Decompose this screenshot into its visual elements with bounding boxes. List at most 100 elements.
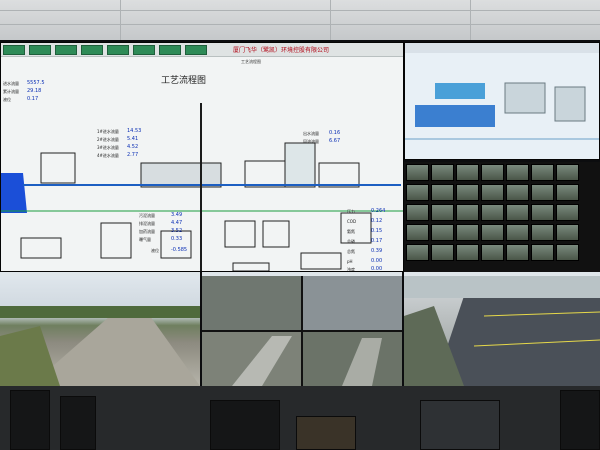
reading-label: COD: [347, 219, 357, 224]
reading-value: 0.15: [371, 228, 383, 234]
tank-shape: [140, 162, 222, 188]
camera-thumbnail[interactable]: [531, 184, 554, 201]
left-value: 29.18: [27, 88, 42, 94]
reading-label: 3#进水流量: [97, 145, 119, 150]
equipment-shape: [262, 220, 290, 248]
toolbar-button[interactable]: [159, 45, 181, 55]
process-flow-caption: 工艺流程图: [241, 59, 261, 64]
camera-thumbnail[interactable]: [506, 184, 529, 201]
left-value: 0.17: [27, 96, 39, 102]
tank-area: [202, 276, 302, 331]
building-shape: [554, 86, 586, 122]
reading-label: 曝气量: [139, 237, 151, 242]
toolbar-button[interactable]: [107, 45, 129, 55]
equipment-rack: [210, 400, 280, 450]
reading-value: 4.52: [127, 144, 139, 150]
camera-thumbnail[interactable]: [506, 204, 529, 221]
toolbar-button[interactable]: [29, 45, 51, 55]
camera-thumbnail[interactable]: [456, 244, 479, 261]
tank-shape: [284, 142, 316, 188]
left-value-label: 进水流量: [3, 81, 19, 86]
reading-value: 0.17: [371, 238, 383, 244]
reading-label: 氨氮: [347, 229, 355, 234]
camera-thumbnail[interactable]: [481, 244, 504, 261]
camera-thumbnail[interactable]: [431, 244, 454, 261]
camera-thumbnail[interactable]: [506, 244, 529, 261]
camera-thumbnail[interactable]: [406, 224, 429, 241]
camera-thumbnail[interactable]: [431, 204, 454, 221]
pool-shape: [435, 83, 485, 99]
camera-thumbnail[interactable]: [481, 204, 504, 221]
reading-label: 回流流量: [303, 139, 319, 144]
toolbar-button[interactable]: [3, 45, 25, 55]
camera-thumbnail[interactable]: [406, 244, 429, 261]
reading-label: 加药流量: [139, 229, 155, 234]
reading-value: 5.41: [127, 136, 139, 142]
camera-thumbnail[interactable]: [556, 204, 579, 221]
camera-thumbnail[interactable]: [456, 164, 479, 181]
camera-thumbnail[interactable]: [531, 164, 554, 181]
equipment-cabinet: [420, 400, 500, 450]
camera-thumbnail[interactable]: [456, 224, 479, 241]
reading-value: 6.67: [329, 138, 341, 144]
camera-thumbnail[interactable]: [481, 224, 504, 241]
camera-feed-facility[interactable]: [202, 276, 402, 386]
camera-thumbnail[interactable]: [531, 204, 554, 221]
camera-feed-parking[interactable]: [404, 276, 600, 386]
camera-thumbnail[interactable]: [506, 164, 529, 181]
toolbar-button[interactable]: [81, 45, 103, 55]
parking-scene: [404, 276, 600, 386]
toolbar-button[interactable]: [55, 45, 77, 55]
reading-label: pH: [347, 259, 353, 264]
equipment-shape: [100, 222, 132, 259]
equipment-rack: [10, 390, 50, 450]
tank-shape: [318, 162, 360, 188]
plant-layout-screen: [404, 42, 600, 160]
camera-thumbnail[interactable]: [531, 244, 554, 261]
reading-value: 3.49: [171, 212, 183, 218]
camera-thumbnail[interactable]: [431, 184, 454, 201]
camera-thumbnail[interactable]: [406, 164, 429, 181]
reading-value: -0.585: [171, 247, 188, 253]
toolbar-button[interactable]: [185, 45, 207, 55]
camera-thumbnail[interactable]: [456, 184, 479, 201]
camera-thumbnail[interactable]: [556, 244, 579, 261]
camera-thumbnail[interactable]: [531, 224, 554, 241]
reading-value: 0.16: [329, 130, 341, 136]
camera-feed-road[interactable]: [0, 276, 200, 386]
process-diagram: [1, 103, 403, 271]
reading-label: 4#进水流量: [97, 153, 119, 158]
left-value: 5557.5: [27, 80, 45, 86]
camera-thumbnail[interactable]: [556, 184, 579, 201]
camera-thumbnail[interactable]: [406, 184, 429, 201]
equipment-rack: [560, 390, 600, 450]
reading-value: 4.47: [171, 220, 183, 226]
camera-thumbnail[interactable]: [481, 184, 504, 201]
rooftop-area: [302, 276, 402, 331]
camera-thumbnail[interactable]: [556, 164, 579, 181]
camera-thumbnail[interactable]: [506, 224, 529, 241]
reading-value: 0.12: [371, 218, 383, 224]
camera-thumbnail[interactable]: [456, 204, 479, 221]
reading-label: 出水流量: [303, 131, 319, 136]
reading-label: 压力: [347, 209, 355, 214]
camera-thumbnail-grid: [404, 162, 600, 272]
equipment-shape: [224, 220, 256, 248]
scada-toolbar: 厦门飞华（鹭凯）环境控股有限公司: [1, 43, 403, 57]
control-room-equipment: [0, 386, 600, 450]
tree-line: [0, 306, 200, 318]
equipment-box: [296, 416, 356, 450]
camera-thumbnail[interactable]: [431, 164, 454, 181]
camera-thumbnail[interactable]: [431, 224, 454, 241]
toolbar-button[interactable]: [133, 45, 155, 55]
sky-shape: [404, 276, 600, 298]
plant-map-graphic: [405, 43, 599, 140]
scada-title: 厦门飞华（鹭凯）环境控股有限公司: [233, 47, 330, 54]
camera-thumbnail[interactable]: [556, 224, 579, 241]
left-value-label: 累计流量: [3, 89, 19, 94]
reading-value: 0.264: [371, 208, 386, 214]
reading-value: 3.52: [171, 228, 183, 234]
camera-thumbnail[interactable]: [406, 204, 429, 221]
camera-thumbnail[interactable]: [481, 164, 504, 181]
equipment-shape: [20, 237, 62, 259]
